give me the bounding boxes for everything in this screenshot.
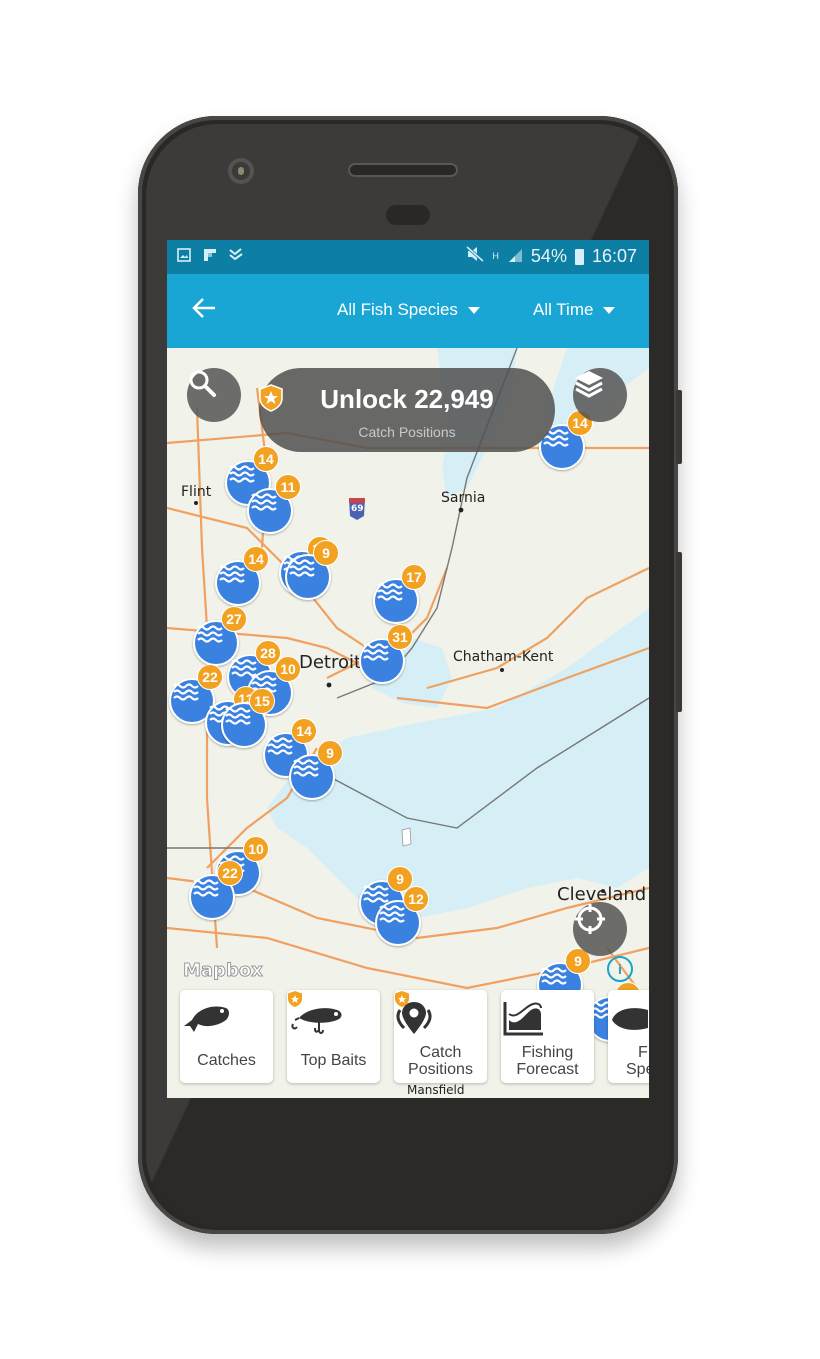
search-icon — [189, 370, 216, 397]
pro-badge-icon — [288, 991, 302, 1007]
map-view[interactable]: Flint Sarnia Detroit Chatham-Kent Clevel… — [167, 348, 649, 1098]
card-label: Fishing — [521, 1044, 574, 1061]
crosshair-icon — [575, 904, 605, 934]
card-catches[interactable]: Catches — [180, 990, 273, 1083]
card-label: Catches — [197, 1052, 256, 1069]
card-top-baits[interactable]: Top Baits — [287, 990, 380, 1083]
card-label: F — [638, 1044, 648, 1061]
image-icon — [177, 248, 191, 262]
waves-icon — [363, 643, 389, 661]
waves-icon — [289, 559, 315, 577]
card-fishing-forecast[interactable]: Fishing Forecast — [501, 990, 594, 1083]
cluster-count-badge: 10 — [243, 836, 269, 862]
waves-icon — [541, 967, 567, 985]
card-fish-species[interactable]: F Spe — [608, 990, 649, 1083]
flipboard-icon — [203, 248, 217, 262]
layers-button[interactable] — [573, 368, 627, 422]
pro-shield-star-icon — [259, 384, 283, 412]
card-label-line2: Positions — [408, 1061, 473, 1078]
waves-icon — [293, 759, 319, 777]
battery-icon — [574, 248, 584, 265]
card-catch-positions[interactable]: Catch Positions — [394, 990, 487, 1083]
city-label-sarnia: Sarnia — [441, 490, 486, 506]
caret-down-icon — [603, 306, 616, 314]
waves-icon — [251, 493, 277, 511]
power-button — [676, 390, 682, 464]
waves-icon — [193, 879, 219, 897]
waves-icon — [229, 465, 255, 483]
earpiece-speaker — [348, 163, 458, 177]
card-label-line2: Spe — [626, 1061, 649, 1078]
cluster-count-badge: 31 — [387, 624, 413, 650]
app-bar: All Fish Species All Time — [167, 274, 649, 348]
cluster-count-badge: 9 — [317, 740, 343, 766]
card-label-line2: Forecast — [516, 1061, 579, 1078]
unlock-title: Unlock 22,949 — [320, 384, 494, 414]
species-filter-label: All Fish Species — [337, 300, 458, 319]
cluster-count-badge: 27 — [221, 606, 247, 632]
cluster-count-badge: 14 — [253, 446, 279, 472]
feature-cards: Catches Top Baits Catch Positions Fishin… — [167, 990, 649, 1086]
fish-species-icon — [612, 1008, 648, 1030]
volume-button — [676, 552, 682, 712]
front-camera — [228, 158, 254, 184]
card-label: Catch — [419, 1044, 462, 1061]
caret-down-icon — [467, 306, 480, 314]
waves-icon — [197, 625, 223, 643]
screen: H 54% 16:07 All Fish Species All Time Fl… — [167, 240, 649, 1098]
battery-percent: 54% — [530, 246, 567, 266]
cluster-count-badge: 17 — [401, 564, 427, 590]
unlock-subtitle: Catch Positions — [358, 424, 456, 440]
cluster-count-badge: 12 — [403, 886, 429, 912]
locate-me-button[interactable] — [573, 902, 627, 956]
time-filter-label: All Time — [533, 300, 594, 319]
fish-icon — [184, 1006, 229, 1032]
waves-icon — [173, 683, 199, 701]
cluster-count-badge: 22 — [197, 664, 223, 690]
city-label-chatham-kent: Chatham-Kent — [453, 649, 554, 665]
forecast-chart-icon — [503, 1002, 543, 1036]
city-label-flint: Flint — [181, 484, 212, 500]
cluster-count-badge: 14 — [243, 546, 269, 572]
check-icon — [229, 248, 243, 262]
waves-icon — [225, 707, 251, 725]
mapbox-attribution[interactable]: Mapbox — [183, 960, 264, 982]
pro-badge-icon — [395, 991, 409, 1007]
arrow-left-icon — [192, 298, 215, 318]
cluster-count-badge: 22 — [217, 860, 243, 886]
cluster-count-badge: 15 — [249, 688, 275, 714]
mute-icon — [466, 245, 485, 267]
back-button[interactable] — [191, 296, 217, 325]
waves-icon — [379, 905, 405, 923]
card-label: Top Baits — [300, 1052, 367, 1069]
cluster-count-badge: 9 — [313, 540, 339, 566]
time-filter-dropdown[interactable]: All Time — [533, 300, 616, 320]
proximity-sensor — [386, 205, 430, 225]
layers-icon — [575, 371, 603, 398]
waves-icon — [267, 737, 293, 755]
info-icon[interactable]: i — [607, 956, 633, 982]
unlock-catch-positions-button[interactable]: Unlock 22,949 Catch Positions — [259, 368, 555, 452]
r-signal-icon — [507, 246, 523, 267]
city-label-detroit: Detroit — [299, 652, 362, 673]
waves-icon — [219, 565, 245, 583]
waves-icon — [377, 583, 403, 601]
status-bar: H 54% 16:07 — [167, 240, 649, 274]
search-button[interactable] — [187, 368, 241, 422]
cluster-count-badge: 11 — [275, 474, 301, 500]
cluster-count-badge: 14 — [291, 718, 317, 744]
clock: 16:07 — [591, 246, 637, 266]
cluster-count-badge: 10 — [275, 656, 301, 682]
h-signal-icon: H — [492, 251, 499, 261]
species-filter-dropdown[interactable]: All Fish Species — [337, 300, 480, 320]
interstate-69-label: 69 — [351, 504, 364, 514]
